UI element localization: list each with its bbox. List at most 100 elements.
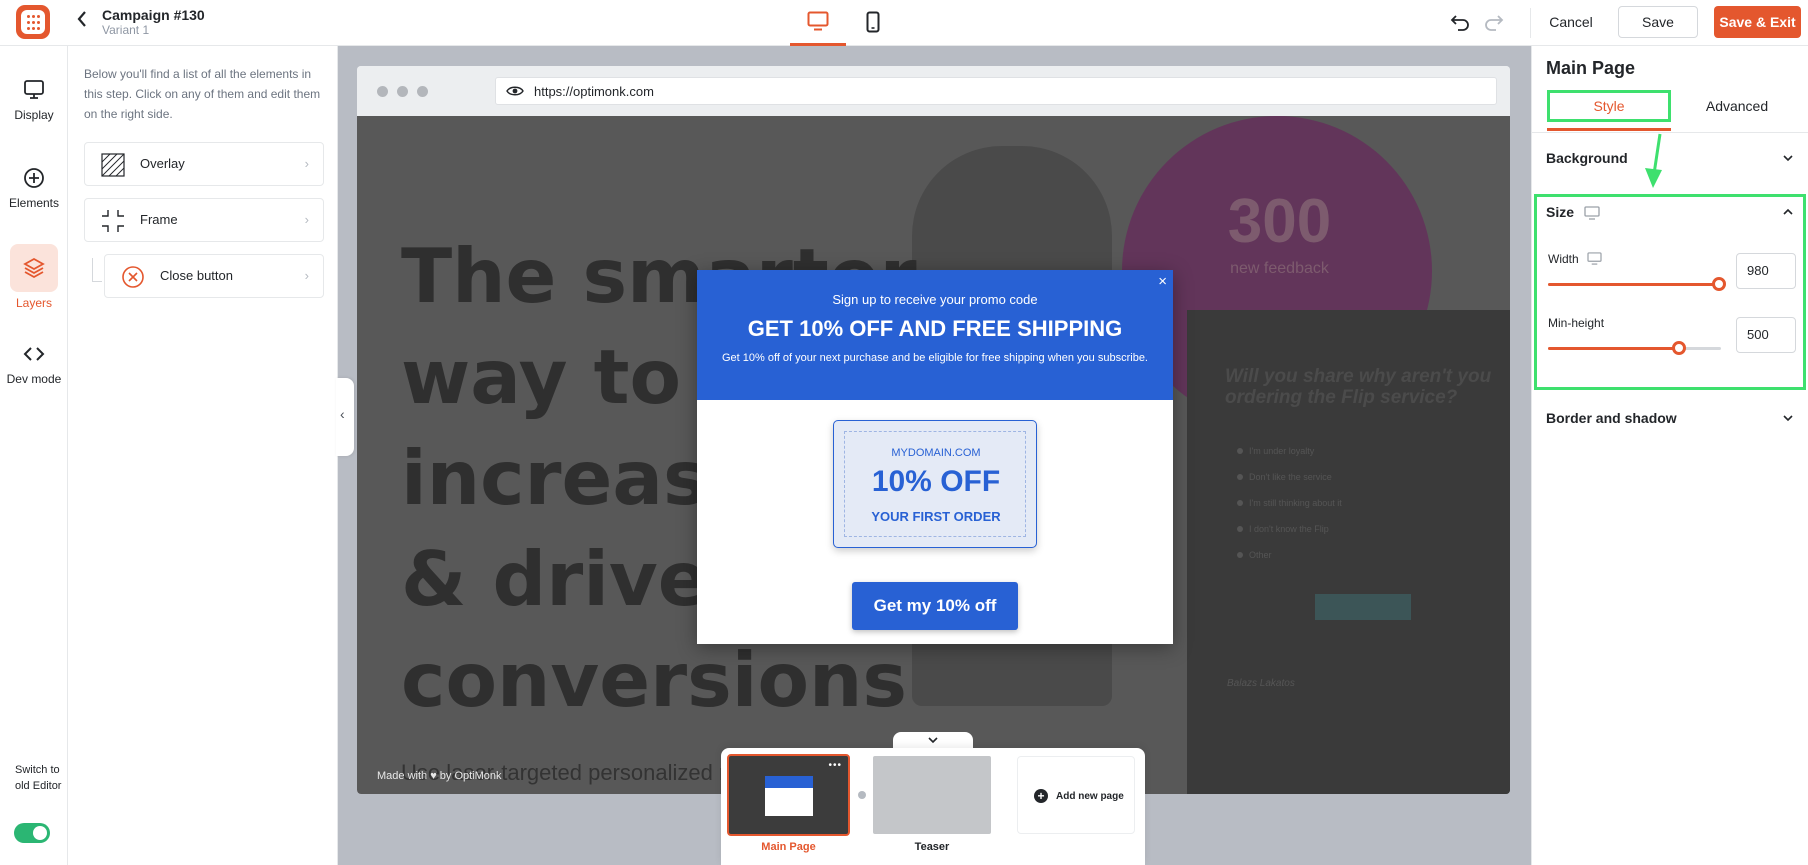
mobile-preview-button[interactable] [850, 0, 896, 46]
layer-item-close-button[interactable]: Close button › [104, 254, 324, 298]
min-height-input[interactable]: 500 [1736, 317, 1796, 353]
switch-old-editor-label: Switch to old Editor [15, 764, 62, 792]
add-new-page-button[interactable]: + Add new page [1017, 756, 1135, 834]
variant-label: Variant 1 [102, 23, 150, 37]
width-slider-fill [1548, 283, 1720, 286]
campaign-popup[interactable]: × Sign up to receive your promo code GET… [697, 270, 1173, 644]
save-button[interactable]: Save [1618, 6, 1698, 38]
site-survey-option: Other [1237, 550, 1272, 560]
plus-icon: + [1034, 789, 1048, 803]
site-survey-option: I don't know the Flip [1237, 524, 1329, 534]
add-new-page-label: Add new page [1056, 791, 1124, 802]
divider [1530, 8, 1531, 38]
left-icon-rail: Display Elements Layers Dev mode [0, 46, 68, 865]
section-size[interactable]: Size [1546, 204, 1574, 220]
min-height-slider-fill [1548, 347, 1680, 350]
rail-item-dev-mode[interactable]: Dev mode [0, 342, 68, 386]
app-logo-icon[interactable] [16, 5, 50, 39]
width-slider[interactable] [1548, 277, 1727, 291]
chevron-right-icon: › [304, 212, 309, 227]
desktop-icon [807, 11, 829, 31]
section-background[interactable]: Background [1546, 150, 1628, 166]
popup-header: × Sign up to receive your promo code GET… [697, 270, 1173, 400]
close-circle-icon [122, 266, 144, 288]
layers-panel: Below you'll find a list of all the elem… [68, 46, 338, 865]
width-label: Width [1548, 252, 1579, 266]
chevron-down-icon[interactable] [1782, 412, 1794, 426]
back-arrow-icon[interactable] [76, 10, 88, 32]
coupon-discount: 10% OFF [871, 465, 1001, 498]
popup-cta-button[interactable]: Get my 10% off [852, 582, 1018, 630]
made-with-optimonk: Made with ♥ by OptiMonk [377, 770, 502, 782]
rail-item-label: Elements [8, 196, 60, 210]
tab-style[interactable]: Style [1547, 90, 1671, 122]
panel-title: Main Page [1546, 58, 1636, 78]
layer-item-frame[interactable]: Frame › [84, 198, 324, 242]
eye-icon [506, 86, 524, 96]
width-input[interactable]: 980 [1736, 253, 1796, 289]
redo-icon[interactable] [1482, 10, 1506, 34]
site-survey-option: I'm under loyalty [1237, 446, 1314, 456]
cancel-button[interactable]: Cancel [1545, 6, 1597, 38]
site-stat-number: 300 [1227, 187, 1332, 256]
popup-description[interactable]: Get 10% off of your next purchase and be… [721, 352, 1149, 365]
hero-line: conversions [401, 636, 908, 724]
thumb-popup-preview [765, 776, 813, 816]
coupon-box[interactable]: MYDOMAIN.COM 10% OFF YOUR FIRST ORDER [833, 420, 1037, 548]
more-options-icon[interactable]: ••• [828, 760, 842, 771]
desktop-icon [1587, 252, 1602, 265]
window-dot [417, 86, 428, 97]
url-text: https://optimonk.com [534, 84, 654, 99]
save-and-exit-button[interactable]: Save & Exit [1714, 6, 1801, 38]
switch-old-editor-toggle[interactable] [14, 823, 50, 843]
undo-icon[interactable] [1448, 10, 1472, 34]
chevron-left-icon: ‹ [340, 406, 345, 422]
tab-advanced[interactable]: Advanced [1672, 90, 1802, 122]
window-dot [397, 86, 408, 97]
layer-item-label: Close button [160, 268, 233, 283]
site-signature: Balazs Lakatos [1227, 678, 1295, 689]
page-thumb-teaser[interactable] [873, 756, 991, 834]
layer-item-label: Frame [140, 212, 178, 227]
top-bar: Campaign #130 Variant 1 Cancel Save Save… [0, 0, 1808, 46]
active-tab-indicator [1547, 128, 1671, 131]
chevron-up-icon[interactable] [1782, 206, 1794, 220]
desktop-icon [1584, 206, 1600, 220]
site-survey-question: Will you share why aren't you ordering t… [1225, 366, 1492, 408]
rail-item-label: Layers [15, 296, 53, 310]
min-height-slider[interactable] [1548, 341, 1721, 355]
frame-icon [102, 210, 124, 232]
page-thumb-label: Teaser [914, 841, 950, 853]
chevron-right-icon: › [304, 156, 309, 171]
window-dot [377, 86, 388, 97]
page-thumb-label: Main Page [761, 841, 816, 853]
chevron-down-icon [928, 737, 938, 744]
desktop-preview-button[interactable] [790, 0, 846, 46]
page-connector-dot [858, 791, 866, 799]
site-survey-option: I'm still thinking about it [1237, 498, 1342, 508]
properties-panel: Main Page Style Advanced Background Size… [1531, 46, 1808, 865]
popup-close-icon[interactable]: × [1158, 273, 1167, 290]
rail-item-elements[interactable]: Elements [0, 166, 68, 210]
coupon-first-order: YOUR FIRST ORDER [871, 509, 1001, 524]
site-survey-option: Don't like the service [1237, 472, 1332, 482]
collapse-panel-button[interactable]: ‹ [336, 378, 354, 456]
popup-kicker-text[interactable]: Sign up to receive your promo code [697, 292, 1173, 307]
overlay-icon [101, 153, 125, 177]
coupon-domain: MYDOMAIN.COM [891, 447, 981, 459]
mobile-icon [866, 11, 880, 33]
chevron-down-icon[interactable] [1782, 152, 1794, 166]
page-thumb-main[interactable]: ••• [727, 754, 850, 836]
section-border-shadow[interactable]: Border and shadow [1546, 410, 1677, 426]
plus-circle-icon [24, 168, 44, 188]
campaign-title: Campaign #130 [102, 7, 205, 23]
rail-item-layers[interactable]: Layers [0, 244, 68, 310]
divider [1532, 132, 1808, 133]
chevron-right-icon: › [304, 268, 309, 283]
rail-item-display[interactable]: Display [0, 78, 68, 122]
popup-headline[interactable]: GET 10% OFF AND FREE SHIPPING [697, 316, 1173, 342]
layer-item-overlay[interactable]: Overlay › [84, 142, 324, 186]
tree-connector [92, 258, 102, 282]
rail-item-label: Display [14, 108, 54, 122]
site-stat-label: new feedback [1230, 260, 1329, 277]
